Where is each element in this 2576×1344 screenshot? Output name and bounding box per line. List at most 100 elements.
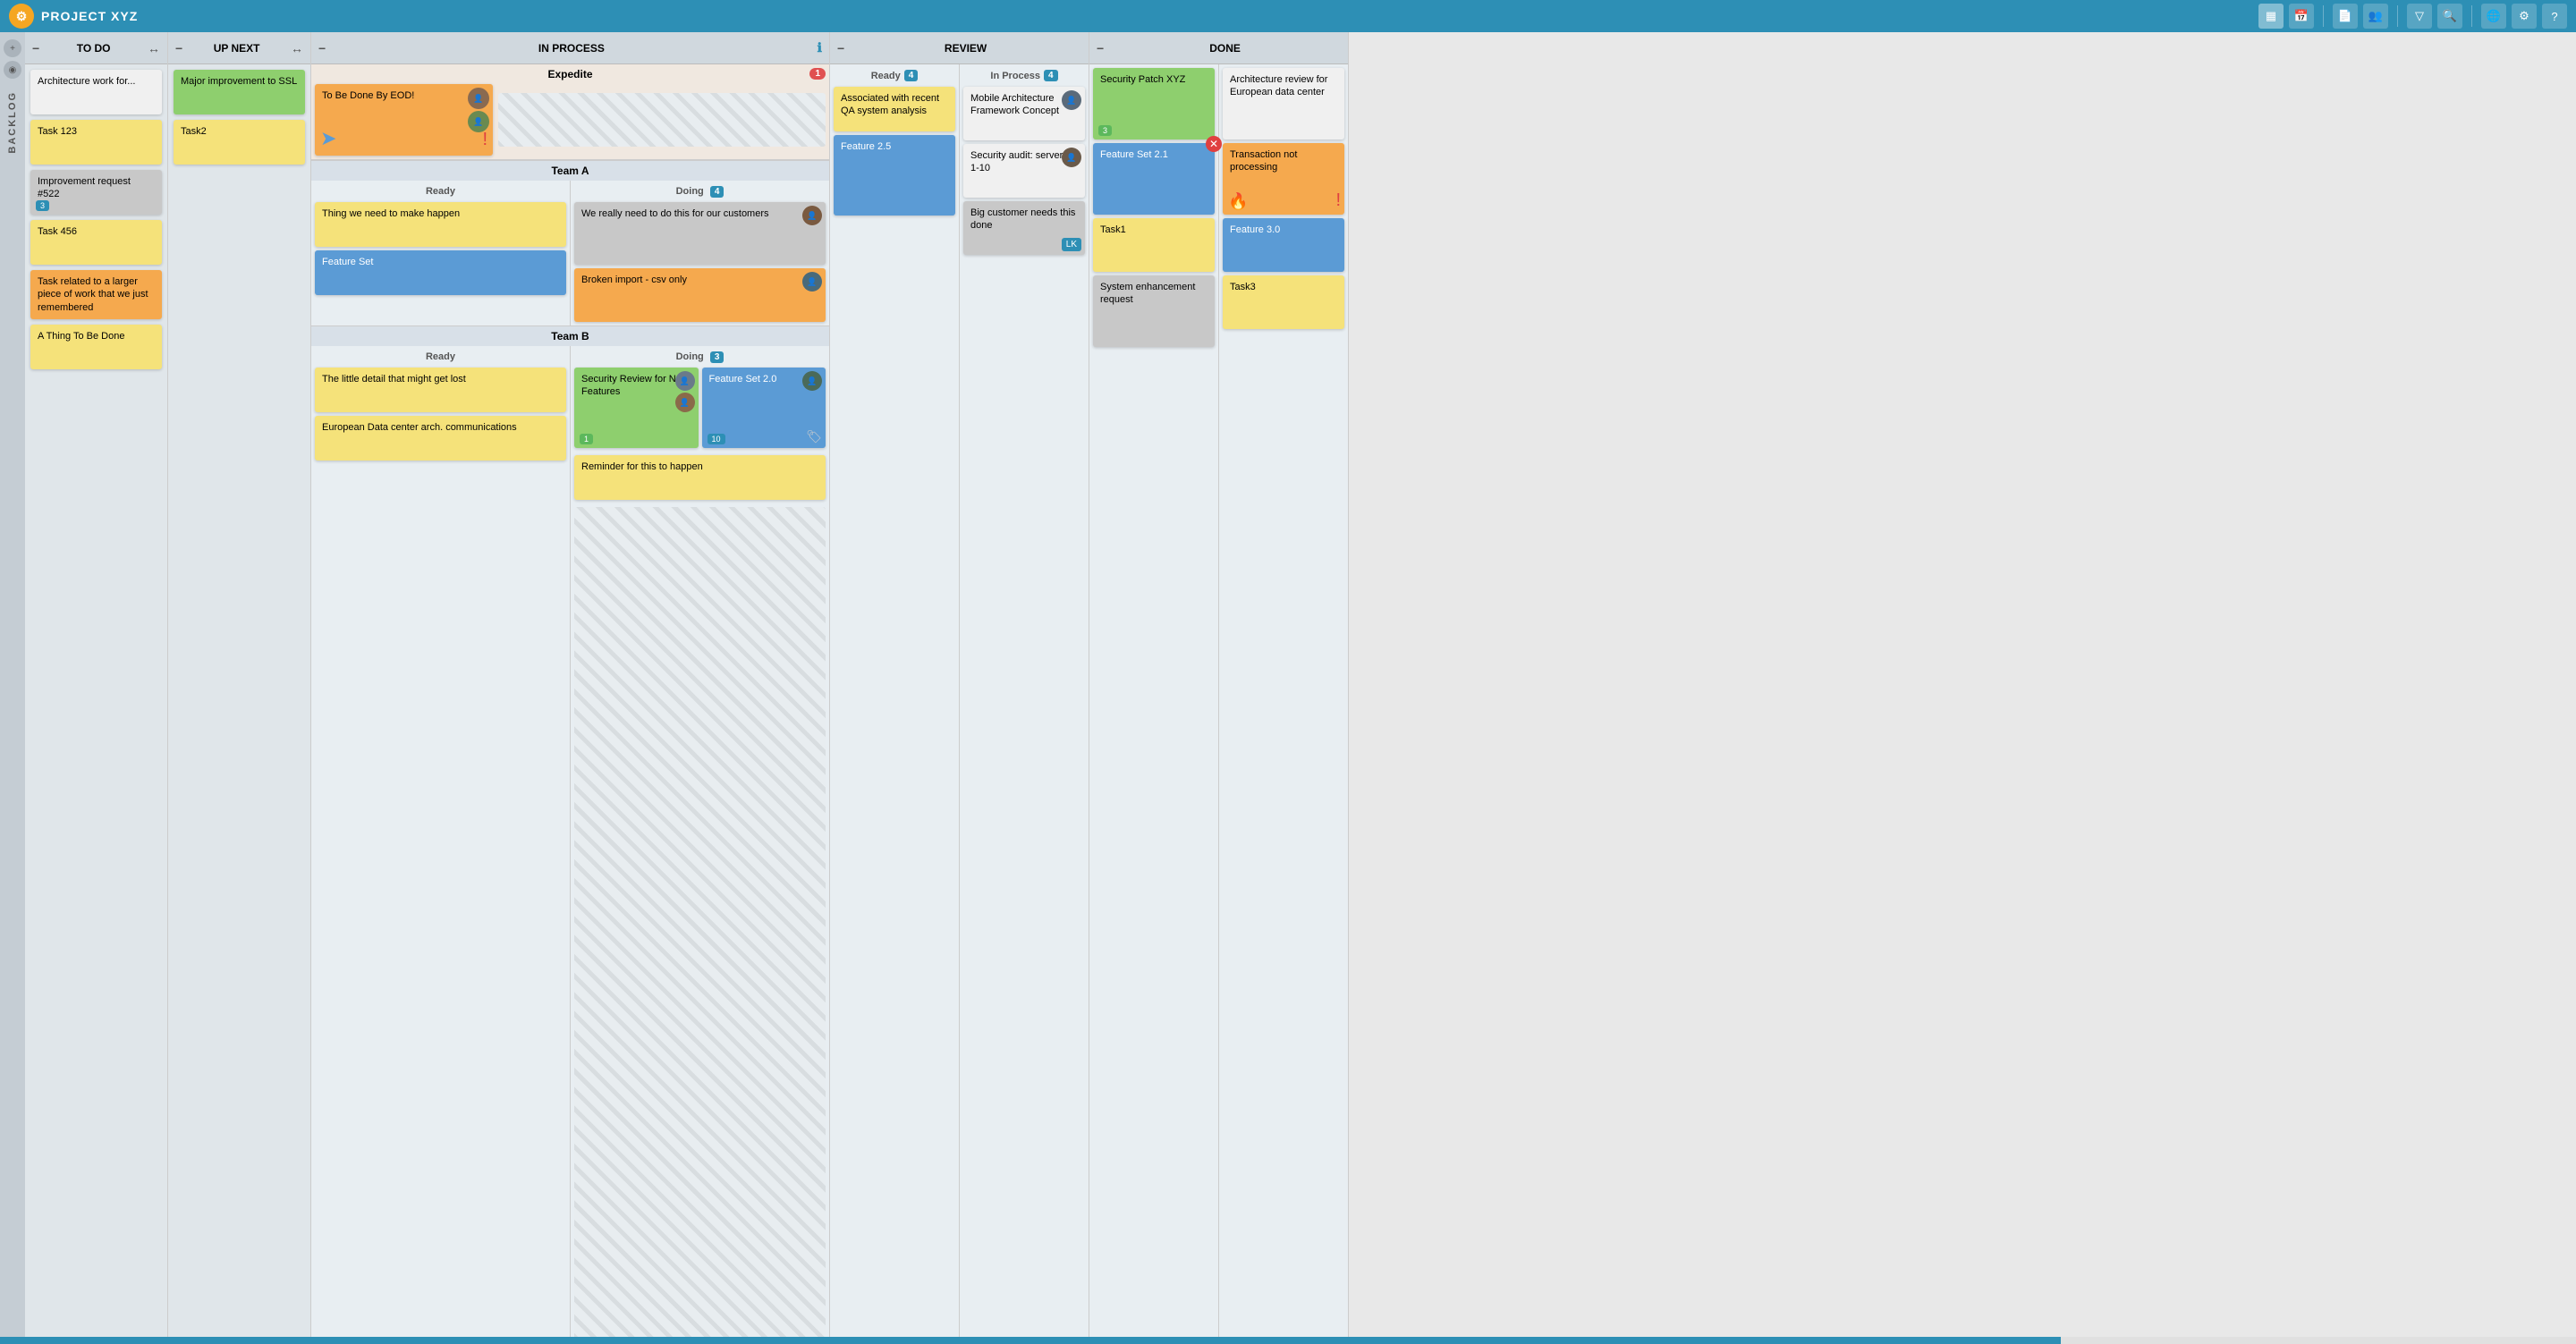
card-avatar: 👤: [802, 371, 822, 391]
card-reminder[interactable]: Reminder for this to happen: [574, 455, 826, 500]
card-feature-set[interactable]: Feature Set: [315, 250, 566, 295]
upnext-expand-btn[interactable]: ↔: [291, 41, 303, 55]
card-text: Task related to a larger piece of work t…: [38, 276, 148, 313]
todo-expand-btn[interactable]: ↔: [148, 41, 160, 55]
card-big-customer[interactable]: Big customer needs this done LK: [963, 201, 1085, 255]
card-text: Broken import - csv only: [581, 275, 687, 285]
team-a-title: Team A: [311, 161, 829, 181]
card-thing-make-happen[interactable]: Thing we need to make happen: [315, 202, 566, 247]
card-task1[interactable]: Task1: [1093, 218, 1215, 272]
header: ⚙ PROJECT XYZ ▦ 📅 📄 👥 ▽ 🔍 🌐 ⚙ ?: [0, 0, 2576, 32]
help-btn[interactable]: 🌐: [2481, 4, 2506, 29]
card-feature-set-21[interactable]: Feature Set 2.1 ✕: [1093, 143, 1215, 215]
card-eod[interactable]: To Be Done By EOD! ➤ ! 👤 👤: [315, 84, 493, 156]
card-task456[interactable]: Task 456: [30, 220, 162, 265]
upnext-collapse-btn[interactable]: −: [175, 41, 182, 55]
column-done: − DONE Security Patch XYZ 3 Feature Set …: [1089, 32, 1349, 1344]
card-text: Architecture work for...: [38, 76, 135, 87]
card-text: We really need to do this for our custom…: [581, 208, 769, 219]
card-text: A Thing To Be Done: [38, 331, 124, 342]
review-ready-count: 4: [904, 70, 919, 81]
card-task2[interactable]: Task2: [174, 120, 305, 165]
card-badge: 3: [36, 200, 49, 211]
done-left: Security Patch XYZ 3 Feature Set 2.1 ✕ T…: [1089, 64, 1219, 1344]
backlog-label: BACKLOG: [7, 91, 18, 154]
card-little-detail[interactable]: The little detail that might get lost: [315, 368, 566, 412]
card-avatar-2: 👤: [468, 111, 489, 132]
team-b-ready-header: Ready: [315, 350, 566, 364]
search-btn[interactable]: 🔍: [2437, 4, 2462, 29]
card-architecture-work[interactable]: Architecture work for...: [30, 70, 162, 114]
card-associated-qa[interactable]: Associated with recent QA system analysi…: [834, 87, 955, 131]
column-review: − REVIEW Ready 4 Associated with recent …: [830, 32, 1089, 1344]
card-text: Task 456: [38, 226, 77, 237]
question-btn[interactable]: ?: [2542, 4, 2567, 29]
card-text: Feature Set 2.0: [709, 374, 777, 385]
review-ready: Ready 4 Associated with recent QA system…: [830, 64, 960, 1344]
review-columns: Ready 4 Associated with recent QA system…: [830, 64, 1089, 1344]
people-btn[interactable]: 👥: [2363, 4, 2388, 29]
todo-collapse-btn[interactable]: −: [32, 41, 39, 55]
settings-btn[interactable]: ⚙: [2512, 4, 2537, 29]
card-text: Task1: [1100, 224, 1126, 235]
card-close-btn[interactable]: ✕: [1206, 136, 1222, 152]
card-security-patch[interactable]: Security Patch XYZ 3: [1093, 68, 1215, 139]
card-text: The little detail that might get lost: [322, 374, 466, 385]
card-text: Big customer needs this done: [970, 207, 1075, 231]
card-security-review[interactable]: Security Review for New Features 👤 👤 1: [574, 368, 699, 448]
documents-btn[interactable]: 📄: [2333, 4, 2358, 29]
column-todo: − TO DO ↔ Architecture work for... Task …: [25, 32, 168, 1344]
card-ssl-improvement[interactable]: Major improvement to SSL: [174, 70, 305, 114]
team-a-ready-header: Ready: [315, 184, 566, 199]
card-text: To Be Done By EOD!: [322, 89, 414, 102]
card-feature-30[interactable]: Feature 3.0: [1223, 218, 1344, 272]
sidebar-add-btn[interactable]: +: [4, 39, 21, 57]
card-avatar: 👤: [802, 206, 822, 225]
card-transaction-not-processing[interactable]: Transaction not processing ! 🔥: [1223, 143, 1344, 215]
card-avatar: 👤: [802, 272, 822, 292]
card-task3[interactable]: Task3: [1223, 275, 1344, 329]
review-collapse-btn[interactable]: −: [837, 41, 844, 55]
divider2: [2397, 5, 2398, 27]
card-text: Reminder for this to happen: [581, 461, 703, 472]
card-text: European Data center arch. communication…: [322, 422, 517, 433]
divider: [2323, 5, 2324, 27]
card-broken-import[interactable]: Broken import - csv only 👤: [574, 268, 826, 322]
card-task-larger[interactable]: Task related to a larger piece of work t…: [30, 270, 162, 319]
team-b-doing-count: 3: [710, 351, 724, 363]
board-view-btn[interactable]: ▦: [2258, 4, 2284, 29]
arrow-icon: ➤: [320, 127, 336, 149]
calendar-view-btn[interactable]: 📅: [2289, 4, 2314, 29]
card-system-enhancement[interactable]: System enhancement request: [1093, 275, 1215, 347]
expedite-card-icons: ➤: [320, 127, 336, 150]
card-feature-25[interactable]: Feature 2.5: [834, 135, 955, 216]
card-security-audit[interactable]: Security audit: servers 1-10 👤: [963, 144, 1085, 198]
card-badge: 3: [1098, 125, 1112, 136]
expedite-badge: 1: [809, 68, 826, 80]
card-arch-review[interactable]: Architecture review for European data ce…: [1223, 68, 1344, 139]
card-feature-set-20[interactable]: Feature Set 2.0 👤 10 🏷: [702, 368, 826, 448]
columns-container: − TO DO ↔ Architecture work for... Task …: [25, 32, 2576, 1344]
card-avatar-2: 👤: [675, 393, 695, 412]
review-inprocess: In Process 4 Mobile Architecture Framewo…: [960, 64, 1089, 1344]
card-text: Feature Set: [322, 257, 373, 267]
card-improvement-request[interactable]: Improvement request #522 3: [30, 170, 162, 215]
card-mobile-arch[interactable]: Mobile Architecture Framework Concept 👤: [963, 87, 1085, 140]
card-text: Architecture review for European data ce…: [1230, 74, 1327, 97]
inprocess-collapse-btn[interactable]: −: [318, 41, 326, 55]
card-task123[interactable]: Task 123: [30, 120, 162, 165]
inprocess-info-icon[interactable]: ℹ: [818, 40, 822, 55]
sidebar-collapse-btn[interactable]: ◉: [4, 61, 21, 79]
card-thing-to-be-done[interactable]: A Thing To Be Done: [30, 325, 162, 369]
team-a-doing: Doing 4 We really need to do this for ou…: [571, 181, 829, 325]
card-european-data[interactable]: European Data center arch. communication…: [315, 416, 566, 461]
team-b-columns: Ready The little detail that might get l…: [311, 346, 829, 1343]
card-text: Thing we need to make happen: [322, 208, 460, 219]
card-really-need[interactable]: We really need to do this for our custom…: [574, 202, 826, 265]
upnext-title: UP NEXT: [188, 42, 285, 55]
done-collapse-btn[interactable]: −: [1097, 41, 1104, 55]
todo-title: TO DO: [45, 42, 142, 55]
app-title: PROJECT XYZ: [41, 9, 138, 23]
team-a-ready: Ready Thing we need to make happen Featu…: [311, 181, 571, 325]
filter-btn[interactable]: ▽: [2407, 4, 2432, 29]
